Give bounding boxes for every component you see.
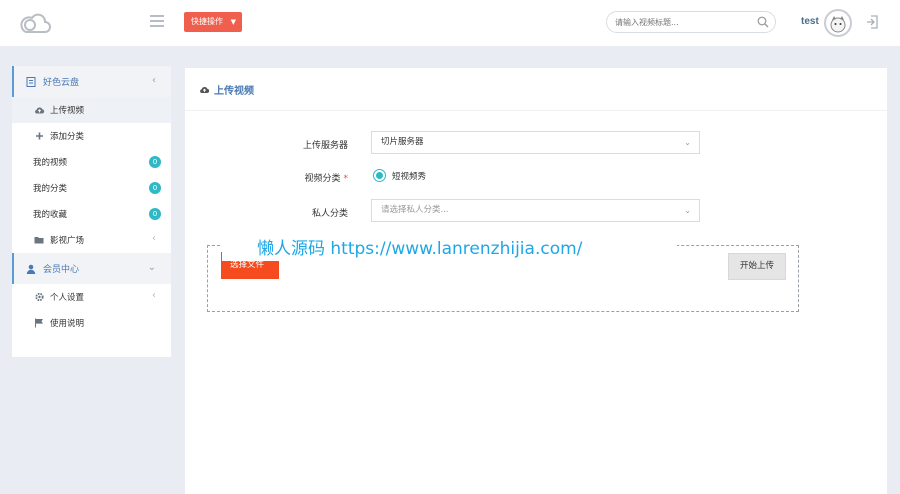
avatar-face-icon	[830, 16, 846, 33]
logout-icon[interactable]	[866, 15, 879, 29]
panel-header: 上传视频	[185, 68, 887, 111]
category-label-text: 视频分类	[304, 174, 341, 184]
sidebar-item-label: 我的视频	[33, 158, 68, 168]
required-mark: *	[343, 174, 349, 184]
sidebar-group-label: 好色云盘	[43, 78, 80, 88]
start-upload-button[interactable]: 开始上传	[728, 253, 786, 280]
chevron-left-icon: ‹	[152, 290, 156, 301]
chevron-left-icon: ‹	[152, 75, 156, 86]
quick-action-label: 快捷操作	[191, 17, 223, 26]
server-select-value: 切片服务器	[381, 137, 424, 147]
private-category-placeholder: 请选择私人分类...	[381, 205, 449, 215]
menu-toggle-icon[interactable]	[150, 15, 164, 27]
gear-icon	[35, 292, 44, 302]
chevron-down-icon: ⌄	[684, 138, 691, 147]
sidebar-group-cloud[interactable]: 好色云盘 ‹	[12, 66, 171, 97]
user-icon	[26, 264, 36, 274]
sidebar-item-personal-settings[interactable]: 个人设置 ‹	[12, 284, 171, 310]
server-select[interactable]: 切片服务器 ⌄	[371, 131, 700, 154]
watermark-text: 懒人源码 https://www.lanrenzhijia.com/	[222, 237, 677, 261]
search-icon[interactable]	[757, 16, 769, 28]
plus-icon	[36, 132, 43, 140]
sidebar-item-instructions[interactable]: 使用说明	[12, 310, 171, 336]
sidebar-item-label: 我的分类	[33, 184, 68, 194]
sidebar: 好色云盘 ‹ 上传视频 添加分类 我的视频 0 我的分类 0 我的收藏 0 影视…	[12, 66, 171, 357]
count-badge: 0	[149, 182, 161, 194]
sidebar-item-my-videos[interactable]: 我的视频 0	[12, 149, 171, 175]
sidebar-group-label: 会员中心	[43, 265, 80, 275]
avatar[interactable]	[824, 9, 852, 37]
sidebar-item-label: 影视广场	[50, 236, 85, 246]
quick-action-button[interactable]: 快捷操作 ▼	[184, 12, 242, 32]
sidebar-group-member[interactable]: 会员中心 ⌄	[12, 253, 171, 284]
folder-open-icon	[34, 237, 44, 244]
private-category-select[interactable]: 请选择私人分类... ⌄	[371, 199, 700, 222]
upload-panel: 上传视频 上传服务器 切片服务器 ⌄ 视频分类 * 短视频秀 私人分类 请选择私人…	[185, 68, 887, 494]
private-category-label: 私人分类	[311, 209, 348, 219]
username[interactable]: test	[801, 16, 819, 27]
sidebar-item-my-favorites[interactable]: 我的收藏 0	[12, 201, 171, 227]
document-icon	[26, 76, 36, 87]
category-radio-short-video[interactable]: 短视频秀	[373, 169, 426, 182]
chevron-left-icon: ‹	[152, 233, 156, 244]
sidebar-item-label: 上传视频	[50, 106, 85, 116]
cloud-upload-icon	[200, 86, 210, 93]
cloud-logo-icon[interactable]	[19, 12, 51, 34]
search-box	[606, 11, 776, 33]
sidebar-item-label: 我的收藏	[33, 210, 68, 220]
chevron-down-icon: ▼	[230, 18, 236, 26]
sidebar-item-upload-video[interactable]: 上传视频	[12, 97, 171, 123]
sidebar-item-add-category[interactable]: 添加分类	[12, 123, 171, 149]
radio-label: 短视频秀	[392, 171, 427, 182]
sidebar-item-label: 个人设置	[50, 293, 85, 303]
category-label: 视频分类 *	[185, 171, 348, 184]
server-label: 上传服务器	[302, 141, 348, 151]
count-badge: 0	[149, 208, 161, 220]
page-title: 上传视频	[214, 85, 254, 97]
sidebar-item-label: 使用说明	[50, 319, 85, 329]
radio-checked-icon	[373, 169, 386, 182]
cloud-upload-icon	[35, 107, 45, 114]
flag-icon	[35, 318, 43, 328]
sidebar-item-my-categories[interactable]: 我的分类 0	[12, 175, 171, 201]
count-badge: 0	[149, 156, 161, 168]
top-bar: 快捷操作 ▼ test	[0, 0, 900, 46]
chevron-down-icon: ⌄	[147, 262, 156, 273]
sidebar-item-video-plaza[interactable]: 影视广场 ‹	[12, 227, 171, 253]
search-input[interactable]	[615, 12, 755, 32]
chevron-down-icon: ⌄	[684, 206, 691, 215]
sidebar-item-label: 添加分类	[50, 132, 85, 142]
